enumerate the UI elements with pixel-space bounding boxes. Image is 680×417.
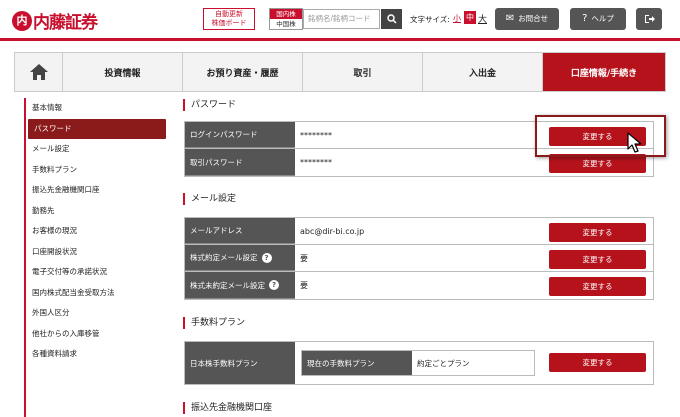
sidebar-item-basic-info[interactable]: 基本情報 xyxy=(26,98,164,119)
font-size-label: 文字サイズ: xyxy=(410,15,450,24)
help-label: ヘルプ xyxy=(591,14,614,23)
auto-update-stock-board-button[interactable]: 自動更新 株価ボード xyxy=(203,8,255,30)
market-selector[interactable]: 国内株 中国株 xyxy=(269,8,303,30)
sidebar-item-dividend-method[interactable]: 国内株式配当金受取方法 xyxy=(26,283,164,304)
change-executed-mail-button[interactable]: 変更する xyxy=(549,250,646,269)
sidebar-item-customer-status[interactable]: お客様の現況 xyxy=(26,221,164,242)
nav-deposit-withdrawal[interactable]: 入出金 xyxy=(423,53,543,91)
home-button[interactable] xyxy=(15,53,63,91)
mail-icon: ✉ xyxy=(505,13,515,24)
unexecuted-mail-cell: 要 変更する xyxy=(295,272,653,299)
section-title-mail: メール設定 xyxy=(183,193,236,205)
unexecuted-mail-label-text: 株式未約定メール設定 xyxy=(190,280,265,290)
help-question-icon[interactable]: ? xyxy=(269,280,279,290)
change-email-button[interactable]: 変更する xyxy=(549,223,646,242)
nav-investment-info[interactable]: 投資情報 xyxy=(63,53,183,91)
nav-assets-history[interactable]: お預り資産・履歴 xyxy=(183,53,303,91)
main-nav: 投資情報 お預り資産・履歴 取引 入出金 口座情報/手続き xyxy=(14,52,666,92)
contact-button[interactable]: ✉ お問合せ xyxy=(495,8,559,30)
sidebar-item-employer[interactable]: 勤務先 xyxy=(26,201,164,222)
email-address-label: メールアドレス xyxy=(185,218,295,244)
unexecuted-mail-value: 要 xyxy=(300,281,308,290)
executed-mail-label: 株式約定メール設定 ? xyxy=(185,245,295,271)
logout-button[interactable] xyxy=(636,8,662,30)
sidebar-item-bank-account[interactable]: 振込先金融機関口座 xyxy=(26,180,164,201)
logo-text: 内藤証券 xyxy=(33,13,98,33)
current-fee-plan-value: 約定ごとプラン xyxy=(417,358,470,368)
nav-trade[interactable]: 取引 xyxy=(303,53,423,91)
contact-label: お問合せ xyxy=(518,14,549,23)
login-password-label: ログインパスワード xyxy=(185,122,295,148)
logo[interactable]: 内 内藤証券 xyxy=(12,8,98,33)
logout-icon xyxy=(644,15,655,23)
header-divider xyxy=(0,38,680,41)
sidebar-item-e-delivery[interactable]: 電子交付等の承諾状況 xyxy=(26,262,164,283)
market-option-domestic[interactable]: 国内株 xyxy=(270,9,302,19)
highlight-box xyxy=(535,115,666,157)
mail-table: メールアドレス abc@dir-bi.co.jp 変更する 株式約定メール設定 … xyxy=(184,217,654,300)
table-row: 株式未約定メール設定 ? 要 変更する xyxy=(185,272,653,299)
nav-account-info[interactable]: 口座情報/手続き xyxy=(543,53,665,91)
header: 内 内藤証券 自動更新 株価ボード 国内株 中国株 銘柄名/銘柄コード 文字サイ… xyxy=(0,0,680,38)
trade-password-label: 取引パスワード xyxy=(185,149,295,176)
font-size-large[interactable]: 大 xyxy=(478,12,487,25)
sidebar-item-foreigner-class[interactable]: 外国人区分 xyxy=(26,303,164,324)
section-title-bank-account: 振込先金融機関口座 xyxy=(183,402,272,414)
current-fee-plan-label: 現在の手数料プラン xyxy=(302,351,412,375)
help-button[interactable]: ? ヘルプ xyxy=(570,8,626,30)
trade-password-value: ******** xyxy=(300,158,332,167)
unexecuted-mail-label: 株式未約定メール設定 ? xyxy=(185,272,295,299)
change-unexecuted-mail-button[interactable]: 変更する xyxy=(549,277,646,296)
fee-plan-label: 日本株手数料プラン xyxy=(185,342,295,384)
market-option-china[interactable]: 中国株 xyxy=(270,19,302,29)
mouse-cursor-icon xyxy=(627,132,642,153)
sidebar: 基本情報 パスワード メール設定 手数料プラン 振込先金融機関口座 勤務先 お客… xyxy=(24,98,166,417)
question-icon: ? xyxy=(582,13,588,24)
executed-mail-cell: 要 変更する xyxy=(295,245,653,271)
login-password-value: ******** xyxy=(300,130,332,140)
fee-plan-table: 日本株手数料プラン 現在の手数料プラン 約定ごとプラン 変更する xyxy=(184,341,654,385)
search-icon xyxy=(386,14,397,24)
executed-mail-value: 要 xyxy=(300,253,308,263)
change-fee-plan-button[interactable]: 変更する xyxy=(549,353,646,372)
sidebar-item-account-opening[interactable]: 口座開設状況 xyxy=(26,242,164,263)
font-size-medium[interactable]: 中 xyxy=(464,11,476,24)
sidebar-item-document-request[interactable]: 各種資料請求 xyxy=(26,344,164,365)
font-size-small[interactable]: 小 xyxy=(453,13,461,24)
table-row: 日本株手数料プラン 現在の手数料プラン 約定ごとプラン 変更する xyxy=(185,342,653,384)
section-title-password: パスワード xyxy=(183,99,236,111)
sidebar-item-password[interactable]: パスワード xyxy=(28,118,166,139)
sidebar-item-mail-settings[interactable]: メール設定 xyxy=(26,139,164,160)
table-row: メールアドレス abc@dir-bi.co.jp 変更する xyxy=(185,218,653,245)
section-title-fee-plan: 手数料プラン xyxy=(183,317,245,329)
current-fee-plan-box: 現在の手数料プラン 約定ごとプラン xyxy=(301,350,535,376)
logo-mark-icon: 内 xyxy=(12,10,32,31)
email-address-value: abc@dir-bi.co.jp xyxy=(300,226,365,236)
help-question-icon[interactable]: ? xyxy=(261,252,272,263)
executed-mail-label-text: 株式約定メール設定 xyxy=(190,253,258,262)
home-icon xyxy=(29,64,48,80)
sidebar-item-transfer-in[interactable]: 他社からの入庫移管 xyxy=(26,324,164,345)
email-address-cell: abc@dir-bi.co.jp 変更する xyxy=(295,218,653,244)
search-input[interactable]: 銘柄名/銘柄コード xyxy=(303,9,380,29)
table-row: 株式約定メール設定 ? 要 変更する xyxy=(185,245,653,272)
sidebar-item-fee-plan[interactable]: 手数料プラン xyxy=(26,160,164,181)
search-button[interactable] xyxy=(381,9,402,29)
